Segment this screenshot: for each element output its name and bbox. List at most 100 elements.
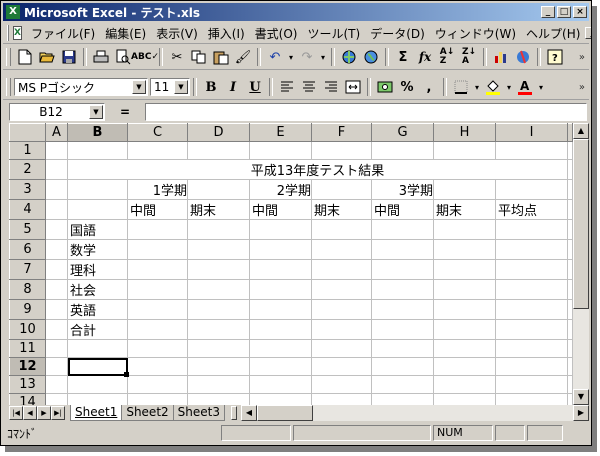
scroll-right-icon[interactable]: ▶ <box>573 405 589 421</box>
cell-j6[interactable] <box>567 239 573 260</box>
row-header-4[interactable]: 4 <box>9 199 46 220</box>
fill-color-dropdown-icon[interactable]: ▾ <box>504 76 514 98</box>
cut-icon[interactable]: ✂ <box>166 46 188 68</box>
menu-data[interactable]: データ(D) <box>365 25 430 42</box>
excel-icon[interactable]: X <box>6 5 20 19</box>
currency-icon[interactable] <box>374 76 396 98</box>
cell-e3[interactable]: 2学期 <box>249 179 312 200</box>
cell-a4[interactable] <box>45 199 68 220</box>
align-left-icon[interactable] <box>276 76 298 98</box>
cell-d13[interactable] <box>187 375 250 394</box>
cell-i1[interactable] <box>495 141 568 160</box>
row-header-7[interactable]: 7 <box>9 259 46 280</box>
cell-f6[interactable] <box>311 239 372 260</box>
cell-i8[interactable] <box>495 279 568 300</box>
align-right-icon[interactable] <box>320 76 342 98</box>
cell-j13[interactable] <box>567 375 573 394</box>
cell-f7[interactable] <box>311 259 372 280</box>
cell-b6[interactable]: 数学 <box>67 239 128 260</box>
cell-h10[interactable] <box>433 319 496 340</box>
cell-a14[interactable] <box>45 393 68 405</box>
column-header-h[interactable]: H <box>433 123 496 142</box>
font-color-dropdown-icon[interactable]: ▾ <box>536 76 546 98</box>
cell-g5[interactable] <box>371 219 434 240</box>
menu-tools[interactable]: ツール(T) <box>302 25 365 42</box>
chevron-down-icon[interactable]: ▼ <box>89 105 103 119</box>
cell-b7[interactable]: 理科 <box>67 259 128 280</box>
drawing-icon[interactable] <box>512 46 534 68</box>
last-sheet-icon[interactable]: ▶| <box>51 406 65 420</box>
title-bar[interactable]: X Microsoft Excel - テスト.xls _ □ × <box>3 3 589 21</box>
cell-a7[interactable] <box>45 259 68 280</box>
new-file-icon[interactable] <box>14 46 36 68</box>
menu-grip[interactable] <box>7 25 9 41</box>
row-header-6[interactable]: 6 <box>9 239 46 260</box>
cell-d9[interactable] <box>187 299 250 320</box>
cell-g7[interactable] <box>371 259 434 280</box>
close-button[interactable]: × <box>573 6 587 18</box>
cell-d3[interactable] <box>187 179 250 200</box>
comma-button[interactable]: , <box>418 76 440 98</box>
cell-f5[interactable] <box>311 219 372 240</box>
cell-a3[interactable] <box>45 179 68 200</box>
menu-file[interactable]: ファイル(F) <box>26 25 100 42</box>
cell-g11[interactable] <box>371 339 434 358</box>
column-header-c[interactable]: C <box>127 123 188 142</box>
cell-a9[interactable] <box>45 299 68 320</box>
open-folder-icon[interactable] <box>36 46 58 68</box>
cell-b3[interactable] <box>67 179 128 200</box>
scroll-left-icon[interactable]: ◀ <box>240 405 257 421</box>
autosum-icon[interactable]: Σ <box>392 46 414 68</box>
cell-g1[interactable] <box>371 141 434 160</box>
cell-h7[interactable] <box>433 259 496 280</box>
cell-j11[interactable] <box>567 339 573 358</box>
cell-h13[interactable] <box>433 375 496 394</box>
cell-e13[interactable] <box>249 375 312 394</box>
cell-b13[interactable] <box>67 375 128 394</box>
column-header-f[interactable]: F <box>311 123 372 142</box>
cell-e6[interactable] <box>249 239 312 260</box>
cell-c13[interactable] <box>127 375 188 394</box>
cell-i9[interactable] <box>495 299 568 320</box>
cell-j1[interactable] <box>567 141 573 160</box>
cell-g6[interactable] <box>371 239 434 260</box>
cell-f11[interactable] <box>311 339 372 358</box>
print-icon[interactable] <box>90 46 112 68</box>
cell-b8[interactable]: 社会 <box>67 279 128 300</box>
cell-d5[interactable] <box>187 219 250 240</box>
menu-help[interactable]: ヘルプ(H) <box>521 25 585 42</box>
cell-e1[interactable] <box>249 141 312 160</box>
cell-i11[interactable] <box>495 339 568 358</box>
cell-g3[interactable]: 3学期 <box>371 179 434 200</box>
cell-g8[interactable] <box>371 279 434 300</box>
toolbar-grip[interactable] <box>6 48 11 66</box>
cell-f1[interactable] <box>311 141 372 160</box>
cell-f4[interactable]: 期末 <box>311 199 372 220</box>
function-icon[interactable]: fx <box>414 46 436 68</box>
menu-edit[interactable]: 編集(E) <box>100 25 151 42</box>
cell-h1[interactable] <box>433 141 496 160</box>
cell-f10[interactable] <box>311 319 372 340</box>
cell-c4[interactable]: 中間 <box>127 199 188 220</box>
cell-g13[interactable] <box>371 375 434 394</box>
cell-a1[interactable] <box>45 141 68 160</box>
cell-h11[interactable] <box>433 339 496 358</box>
cell-c12[interactable] <box>127 357 188 376</box>
cell-c7[interactable] <box>127 259 188 280</box>
doc-minimize-button[interactable]: _ <box>585 27 591 39</box>
cell-d10[interactable] <box>187 319 250 340</box>
cell-b9[interactable]: 英語 <box>67 299 128 320</box>
row-header-14[interactable]: 14 <box>9 393 46 405</box>
row-header-12[interactable]: 12 <box>9 357 46 376</box>
cell-b5[interactable]: 国語 <box>67 219 128 240</box>
cell-i10[interactable] <box>495 319 568 340</box>
cell-h6[interactable] <box>433 239 496 260</box>
undo-dropdown-icon[interactable]: ▾ <box>286 46 296 68</box>
column-header-j[interactable] <box>567 123 573 142</box>
prev-sheet-icon[interactable]: ◀ <box>23 406 37 420</box>
italic-button[interactable]: I <box>222 76 244 98</box>
chart-wizard-icon[interactable] <box>490 46 512 68</box>
cell-j8[interactable] <box>567 279 573 300</box>
menu-view[interactable]: 表示(V) <box>151 25 203 42</box>
font-color-icon[interactable]: A <box>514 76 536 98</box>
